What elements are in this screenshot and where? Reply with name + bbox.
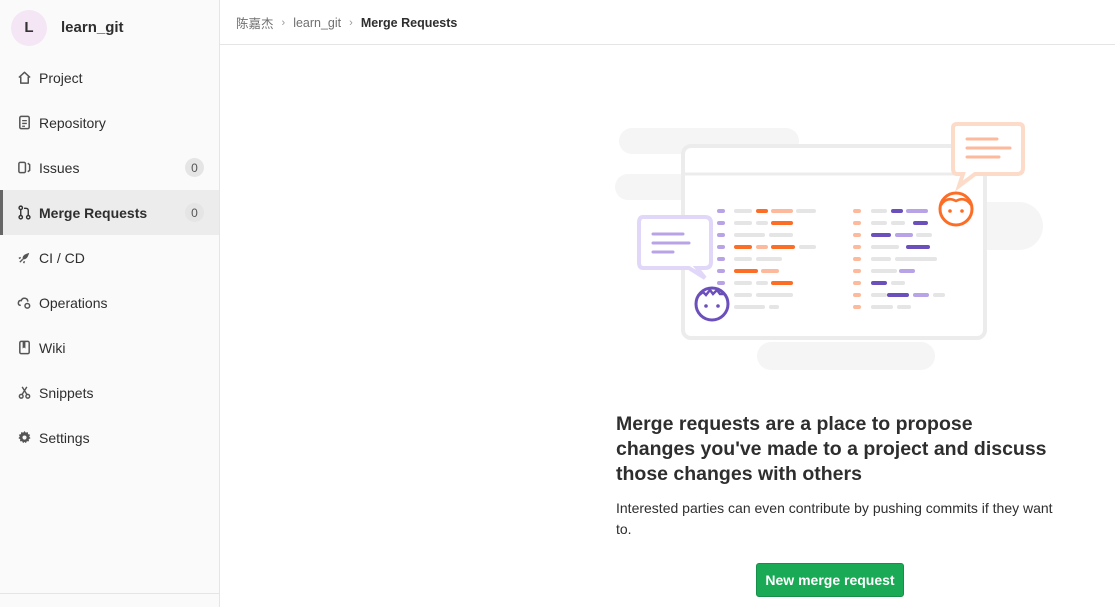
sidebar-item-label: Operations	[39, 294, 108, 311]
sidebar-item-label: Repository	[39, 114, 106, 131]
sidebar-item-label: Wiki	[39, 339, 66, 356]
sidebar: L learn_git Project Repository Issues 0 …	[0, 0, 220, 607]
git-merge-icon	[16, 205, 32, 221]
issues-count-badge: 0	[185, 158, 204, 177]
sidebar-item-settings[interactable]: Settings	[0, 415, 219, 460]
book-icon	[16, 340, 32, 356]
top-bar: 陈嘉杰 › learn_git › Merge Requests	[220, 0, 1115, 45]
issues-icon	[16, 160, 32, 176]
sidebar-item-project[interactable]: Project	[0, 55, 219, 100]
sidebar-item-label: Merge Requests	[39, 204, 148, 221]
empty-state-title: Merge requests are a place to propose ch…	[616, 413, 1047, 485]
new-merge-request-button[interactable]: New merge request	[756, 563, 904, 597]
project-avatar[interactable]: L	[11, 9, 47, 46]
sidebar-item-ci-cd[interactable]: CI / CD	[0, 235, 219, 280]
sidebar-item-label: Settings	[39, 429, 90, 446]
sidebar-collapse-area[interactable]	[0, 593, 219, 607]
breadcrumb-project[interactable]: learn_git	[293, 16, 341, 30]
sidebar-item-wiki[interactable]: Wiki	[0, 325, 219, 370]
breadcrumb: 陈嘉杰 › learn_git › Merge Requests	[236, 13, 457, 32]
project-header[interactable]: L learn_git	[0, 0, 219, 55]
project-name[interactable]: learn_git	[61, 19, 124, 36]
sidebar-item-repository[interactable]: Repository	[0, 100, 219, 145]
rocket-icon	[16, 250, 32, 266]
merge-requests-count-badge: 0	[185, 203, 204, 222]
breadcrumb-current[interactable]: Merge Requests	[361, 16, 458, 30]
scissors-icon	[16, 385, 32, 401]
sidebar-item-merge-requests[interactable]: Merge Requests 0	[0, 190, 219, 235]
sidebar-item-label: Snippets	[39, 384, 94, 401]
gear-icon	[16, 430, 32, 446]
chevron-right-icon: ›	[281, 16, 286, 29]
sidebar-item-issues[interactable]: Issues 0	[0, 145, 219, 190]
sidebar-item-label: Issues	[39, 159, 80, 176]
empty-state-description: Interested parties can even contribute b…	[616, 500, 1053, 537]
cloud-gear-icon	[16, 295, 32, 311]
sidebar-item-snippets[interactable]: Snippets	[0, 370, 219, 415]
document-icon	[16, 115, 32, 131]
sidebar-item-label: CI / CD	[39, 249, 85, 266]
breadcrumb-user[interactable]: 陈嘉杰	[236, 13, 274, 32]
sidebar-item-operations[interactable]: Operations	[0, 280, 219, 325]
sidebar-item-label: Project	[39, 69, 83, 86]
home-icon	[16, 70, 32, 86]
empty-state-illustration	[605, 110, 1045, 372]
chevron-right-icon: ›	[349, 16, 353, 29]
